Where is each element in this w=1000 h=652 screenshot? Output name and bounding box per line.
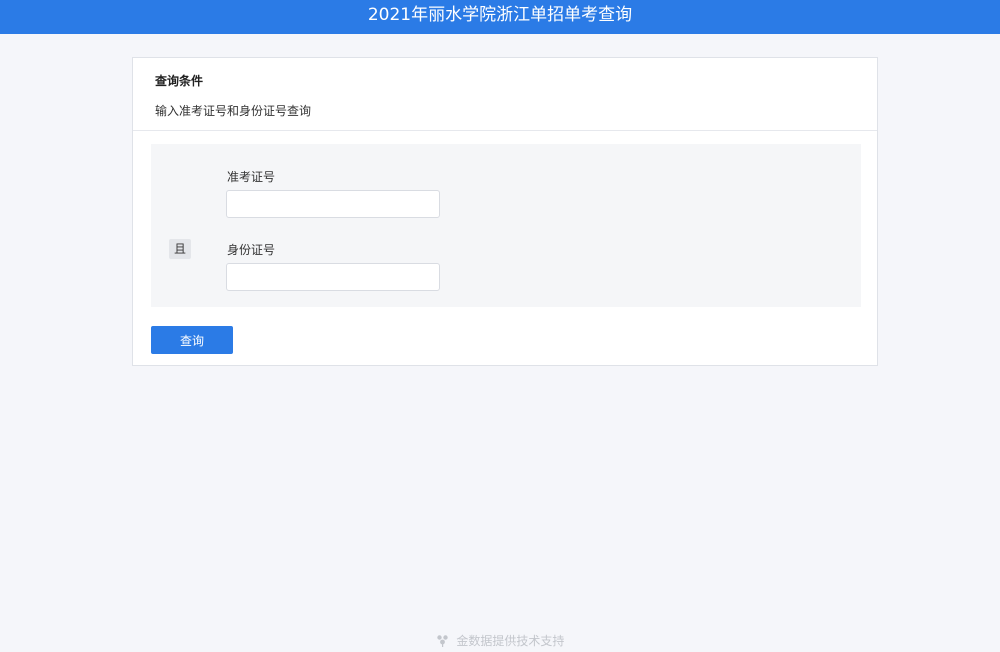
conditions-panel: 且 准考证号 身份证号	[151, 144, 861, 307]
header-bar: 2021年丽水学院浙江单招单考查询	[0, 0, 1000, 34]
card-title: 查询条件	[155, 74, 204, 88]
footer: 金数据提供技术支持	[0, 632, 1000, 650]
query-button[interactable]: 查询	[151, 326, 233, 354]
exam-number-label: 准考证号	[227, 170, 276, 184]
id-number-input[interactable]	[226, 263, 440, 291]
jinshuju-logo-icon	[436, 634, 449, 650]
card-description: 输入准考证号和身份证号查询	[155, 104, 312, 118]
query-card: 查询条件 输入准考证号和身份证号查询 且 准考证号 身份证号 查询	[132, 57, 878, 366]
and-badge: 且	[169, 239, 191, 259]
divider	[133, 130, 877, 131]
footer-text: 金数据提供技术支持	[456, 634, 565, 648]
page-title: 2021年丽水学院浙江单招单考查询	[367, 5, 633, 25]
id-number-label: 身份证号	[227, 243, 276, 257]
exam-number-input[interactable]	[226, 190, 440, 218]
